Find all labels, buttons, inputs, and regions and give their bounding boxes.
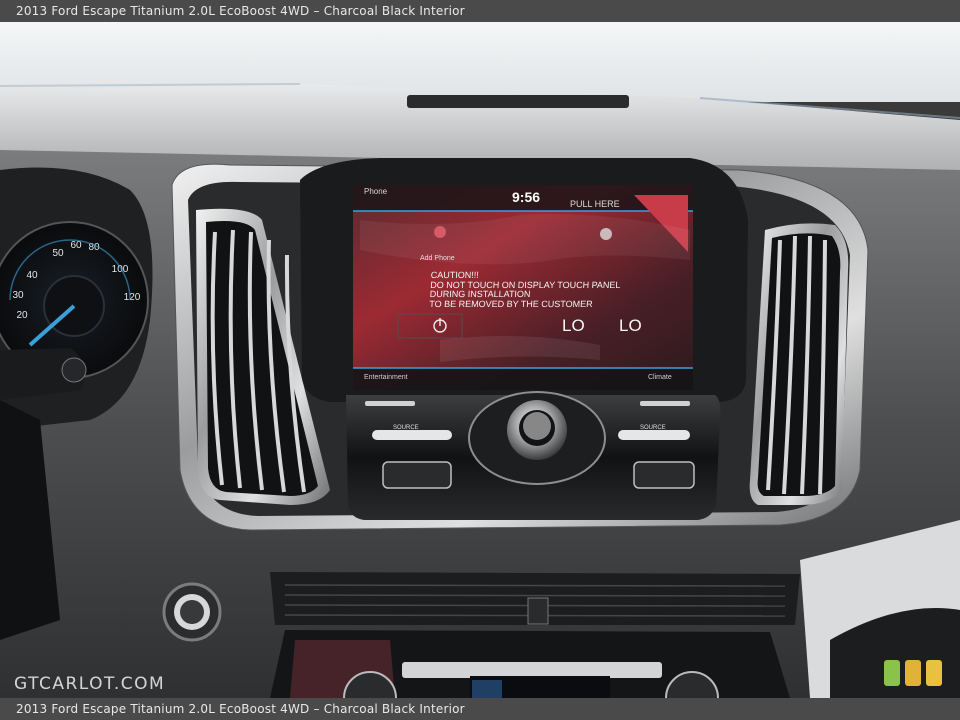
source-button-right[interactable]: SOURCE [640, 425, 666, 431]
screen-entertainment-tab[interactable]: Entertainment [364, 374, 408, 381]
svg-text:50: 50 [52, 248, 64, 259]
temp-left[interactable]: LO [562, 316, 585, 336]
svg-text:30: 30 [12, 290, 24, 301]
svg-text:120: 120 [124, 292, 141, 303]
screen-caution-text: CAUTION!!! DO NOT TOUCH ON DISPLAY TOUCH… [429, 270, 621, 309]
caption-bottom: 2013 Ford Escape Titanium 2.0L EcoBoost … [0, 698, 960, 720]
source-button-left[interactable]: SOURCE [393, 425, 419, 431]
screen-phone-label[interactable]: Phone [364, 187, 387, 196]
screen-pull-here: PULL HERE [570, 199, 620, 209]
dashboard-photo: 20 30 40 50 60 80 100 120 [0, 22, 960, 698]
temp-right[interactable]: LO [619, 316, 642, 336]
screen-add-phone[interactable]: Add Phone [420, 255, 455, 262]
svg-text:20: 20 [16, 310, 28, 321]
screen-climate-tab[interactable]: Climate [648, 374, 672, 381]
caption-top: 2013 Ford Escape Titanium 2.0L EcoBoost … [0, 0, 960, 22]
site-watermark: GTCARLOT.COM [14, 674, 166, 694]
svg-text:40: 40 [26, 270, 38, 281]
screen-clock: 9:56 [512, 189, 541, 205]
caution-line-4: TO BE REMOVED BY THE CUSTOMER [429, 298, 593, 309]
svg-text:60: 60 [70, 240, 82, 251]
